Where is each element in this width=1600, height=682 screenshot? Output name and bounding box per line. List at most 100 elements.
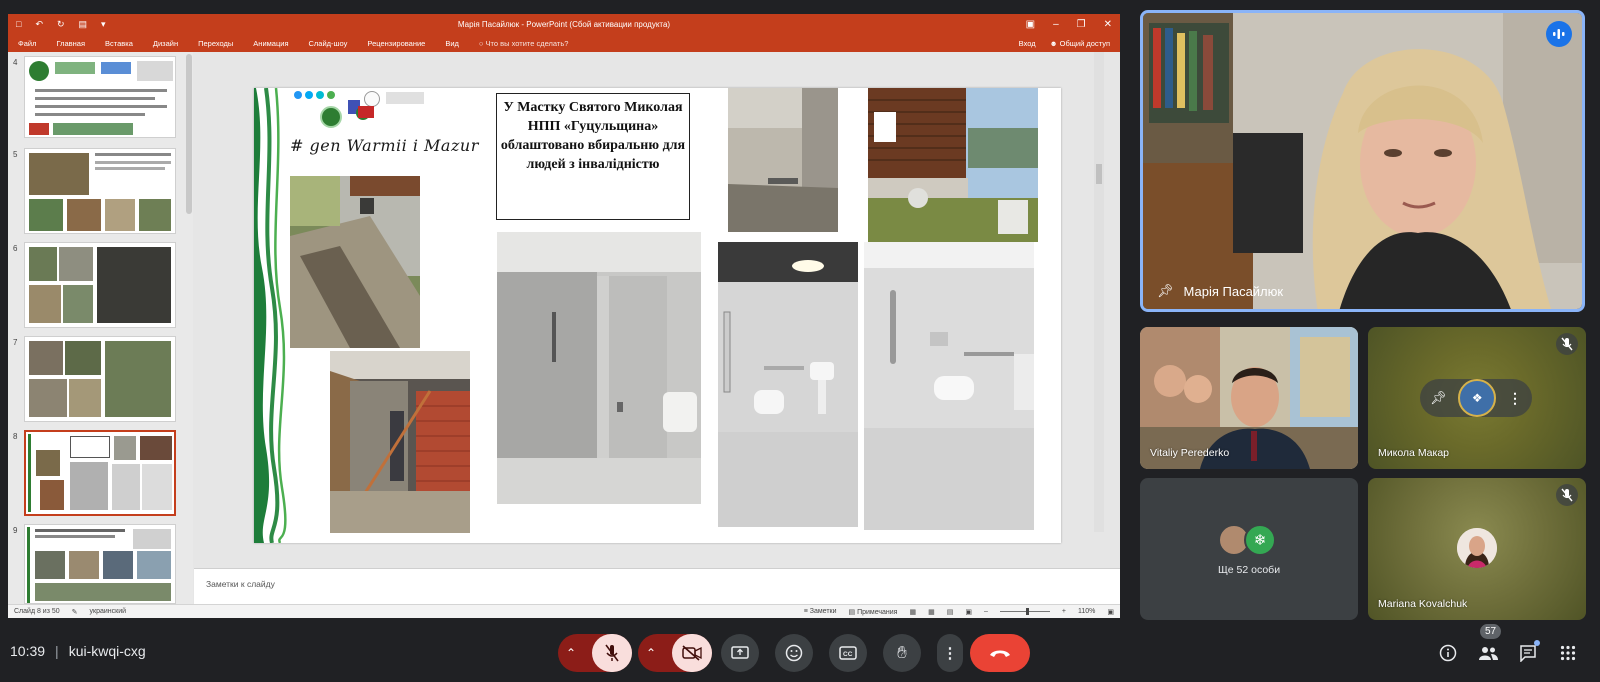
partner-logo <box>327 91 335 99</box>
slideshow-icon[interactable]: ▤ <box>79 19 88 30</box>
thumb-photo <box>69 551 99 579</box>
slide-thumbnail-7[interactable] <box>24 336 176 422</box>
sorter-view-icon[interactable]: ▦ <box>928 608 935 616</box>
more-options-icon[interactable]: ⋮ <box>1508 390 1522 407</box>
tab-transitions[interactable]: Переходы <box>198 39 233 48</box>
end-call-icon <box>990 650 1010 657</box>
tab-view[interactable]: Вид <box>445 39 459 48</box>
park-emblem-icon <box>320 106 342 128</box>
svg-text:CC: CC <box>843 651 853 658</box>
slide-thumbnail-4[interactable] <box>24 56 176 138</box>
slide-thumbnail-9[interactable] <box>24 524 176 604</box>
zoom-thumb[interactable] <box>1025 608 1029 615</box>
share-label: Общий доступ <box>1059 38 1110 48</box>
participant-tile[interactable]: 📌︎ ❖ ⋮ Микола Макар <box>1368 327 1586 469</box>
more-options-button[interactable]: ⋮ <box>937 634 963 672</box>
tab-home[interactable]: Главная <box>56 39 85 48</box>
video-options-chevron-icon[interactable]: ⌃ <box>646 646 656 660</box>
scroll-handle[interactable] <box>1096 164 1102 184</box>
tab-file[interactable]: Файл <box>18 39 36 48</box>
slide-hashtag: # gen Warmii i Mazur <box>290 136 479 155</box>
thumb-photo <box>142 464 172 510</box>
reactions-button[interactable] <box>775 634 813 672</box>
slide-vertical-scrollbar[interactable] <box>1094 52 1104 532</box>
people-button[interactable]: 57 <box>1474 624 1502 667</box>
redo-icon[interactable]: ↻ <box>57 19 65 30</box>
thumb-photo <box>29 199 63 231</box>
slideshow-view-icon[interactable]: ▣ <box>965 608 972 616</box>
tab-insert[interactable]: Вставка <box>105 39 133 48</box>
share-button[interactable]: ☻ Общий доступ <box>1050 39 1110 48</box>
thumb-photo <box>137 551 171 579</box>
zoom-level[interactable]: 110% <box>1078 608 1095 615</box>
signin-link[interactable]: Вход <box>1019 39 1036 48</box>
apps-grid-icon <box>1560 645 1576 661</box>
normal-view-icon[interactable]: ▦ <box>909 608 916 616</box>
notes-toggle[interactable]: ≡ Заметки <box>804 608 837 615</box>
zoom-in-icon[interactable]: + <box>1062 608 1066 615</box>
photo-bathroom-stall <box>497 232 701 504</box>
close-icon[interactable]: ✕ <box>1104 19 1112 30</box>
mic-off-button[interactable] <box>592 634 632 672</box>
thumbnail-scrollbar[interactable] <box>186 54 192 214</box>
thumb-text <box>95 153 171 156</box>
thumb-caption <box>70 436 110 458</box>
partner-logo <box>305 91 313 99</box>
speaking-indicator-icon <box>1546 21 1572 47</box>
camera-off-button[interactable] <box>672 634 712 672</box>
customize-qat-icon[interactable]: ▾ <box>101 19 106 30</box>
tab-slideshow[interactable]: Слайд-шоу <box>309 39 348 48</box>
captions-button[interactable]: CC <box>829 634 867 672</box>
current-slide[interactable]: # gen Warmii i Mazur У Мастку Святого Ми… <box>254 88 1061 543</box>
hand-icon: ✋︎ <box>897 643 907 662</box>
notes-pane[interactable]: Заметки к слайду <box>194 568 1120 604</box>
mic-off-icon <box>1556 484 1578 506</box>
participant-tile-active-speaker[interactable]: 📌︎ Марія Пасайлюк <box>1140 10 1585 312</box>
mic-control-group: ⌃ <box>558 634 632 672</box>
lightbulb-icon: ○ <box>478 38 486 48</box>
meeting-details-button[interactable] <box>1434 639 1462 667</box>
raise-hand-button[interactable]: ✋︎ <box>883 634 921 672</box>
slide-caption-box: У Мастку Святого Миколая НПП «Гуцульщина… <box>496 93 690 220</box>
spellcheck-icon[interactable]: ✎ <box>72 608 78 616</box>
comments-toggle[interactable]: ▤ Примечания <box>849 608 898 616</box>
audio-options-chevron-icon[interactable]: ⌃ <box>566 646 576 660</box>
ribbon-options-icon[interactable]: ▣ <box>1026 19 1035 30</box>
pin-icon[interactable]: 📌︎ <box>1430 390 1447 406</box>
restore-icon[interactable]: ❐ <box>1077 19 1086 30</box>
leave-call-button[interactable] <box>970 634 1030 672</box>
participant-tile[interactable]: Vitaliy Perederko <box>1140 327 1358 469</box>
emoji-icon <box>785 644 803 662</box>
undo-icon[interactable]: ↶ <box>35 19 43 30</box>
language-label[interactable]: украинский <box>90 608 127 615</box>
tell-me-search[interactable]: ○ Что вы хотите сделать? <box>479 39 569 48</box>
minimize-icon[interactable]: – <box>1053 19 1059 30</box>
zoom-slider[interactable] <box>999 608 1050 615</box>
notes-placeholder: Заметки к слайду <box>206 579 275 589</box>
slide-thumbnail-8-selected[interactable] <box>24 430 176 516</box>
thumb-number: 5 <box>13 150 18 159</box>
window-controls: ▣ – ❐ ✕ <box>1026 19 1112 30</box>
mic-off-icon <box>1556 333 1578 355</box>
info-icon <box>1439 644 1457 662</box>
activities-button[interactable] <box>1554 639 1582 667</box>
chat-button[interactable] <box>1514 639 1542 667</box>
meeting-code[interactable]: kui-kwqi-cxg <box>69 643 146 659</box>
photo-construction-trench <box>290 176 420 348</box>
pin-icon[interactable]: 📌︎ <box>1157 283 1174 299</box>
save-icon[interactable]: □ <box>16 19 21 30</box>
comment-icon: ▤ <box>848 608 858 616</box>
present-screen-button[interactable] <box>721 634 759 672</box>
slide-thumbnail-6[interactable] <box>24 242 176 328</box>
tab-animations[interactable]: Анимация <box>253 39 288 48</box>
slide-thumbnail-5[interactable] <box>24 148 176 234</box>
participant-tile-others[interactable]: ❄ Ще 52 особи <box>1140 478 1358 620</box>
fit-slide-icon[interactable]: ▣ <box>1107 608 1114 616</box>
participant-tile[interactable]: Mariana Kovalchuk <box>1368 478 1586 620</box>
powerpoint-window: □ ↶ ↻ ▤ ▾ Марія Пасайлюк - PowerPoint (С… <box>8 14 1120 618</box>
zoom-out-icon[interactable]: – <box>984 608 988 615</box>
tab-review[interactable]: Рецензирование <box>367 39 425 48</box>
reading-view-icon[interactable]: ▤ <box>947 608 954 616</box>
avatar: ❖ <box>1458 379 1497 417</box>
tab-design[interactable]: Дизайн <box>153 39 178 48</box>
